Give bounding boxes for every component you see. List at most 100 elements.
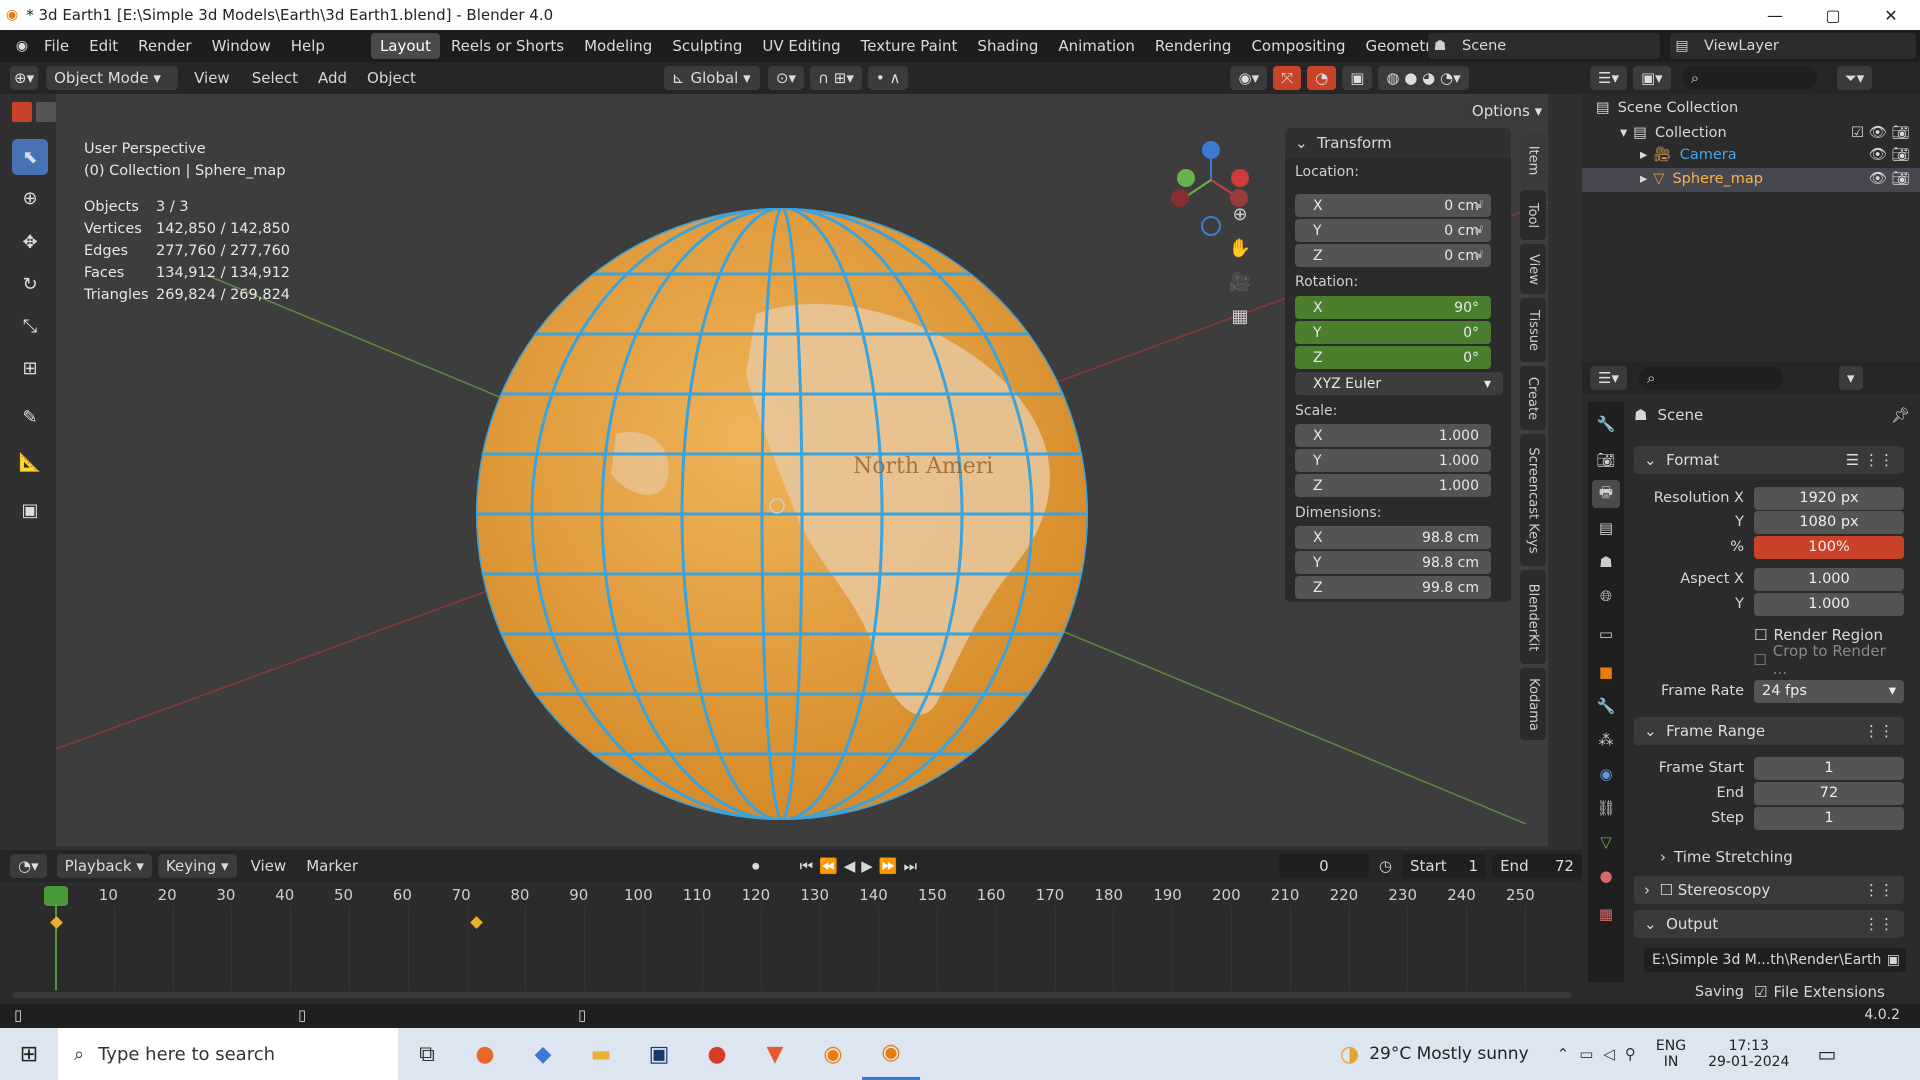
scale-x-field[interactable]: X 1.000 — [1295, 424, 1491, 447]
outliner-scene-collection[interactable]: ▤ Scene Collection — [1596, 100, 1738, 116]
blender-menu-icon[interactable]: ◉ — [10, 34, 34, 58]
scene-selector[interactable]: ☗ Scene — [1428, 33, 1660, 59]
tab-modeling[interactable]: Modeling — [575, 33, 661, 59]
output-path-field[interactable]: E:\Simple 3d M...th\Render\Earth ▣ — [1644, 948, 1906, 972]
frame-range-section-header[interactable]: ⌄ Frame Range ⋮⋮ — [1634, 717, 1904, 745]
outliner-search-input[interactable]: ⌕ — [1682, 66, 1817, 90]
tab-shading[interactable]: Shading — [968, 33, 1047, 59]
scene-properties-icon[interactable]: ☗ — [1592, 548, 1620, 576]
checkbox-icon[interactable]: ☑ 👁 📷︎ — [1851, 124, 1910, 141]
aspect-y-field[interactable]: 1.000 — [1754, 592, 1904, 616]
current-frame-field[interactable]: 0 — [1279, 854, 1369, 878]
pin-icon[interactable]: 📌︎ — [1891, 406, 1910, 424]
dimensions-y-field[interactable]: Y 98.8 cm — [1295, 551, 1491, 574]
blender-active-icon[interactable]: ◉ — [862, 1028, 920, 1080]
physics-properties-icon[interactable]: ◉ — [1592, 760, 1620, 788]
shading-modes[interactable]: ◍ ● ◕ ◔▾ — [1378, 66, 1469, 90]
render-properties-icon[interactable]: 📷︎ — [1592, 446, 1620, 474]
tab-animation[interactable]: Animation — [1049, 33, 1143, 59]
orientation-dropdown[interactable]: ⊾ Global ▾ — [663, 66, 760, 90]
properties-search-input[interactable]: ⌕ — [1638, 366, 1783, 390]
outliner-item-sphere-map[interactable]: ▸ ▽ Sphere_map 👁 📷︎ — [1640, 170, 1910, 188]
firefox-icon[interactable]: ● — [456, 1028, 514, 1080]
material-properties-icon[interactable]: ● — [1592, 862, 1620, 890]
zoom-icon[interactable]: ⊕ — [1228, 202, 1252, 226]
sidebar-tab-screencast-keys[interactable]: Screencast Keys — [1520, 434, 1546, 566]
menu-add[interactable]: Add — [308, 69, 357, 87]
location-y-field[interactable]: Y 0 cm — [1295, 219, 1491, 242]
scale-tool-icon[interactable]: ⤡ — [12, 308, 48, 344]
viewlayer-selector[interactable]: ▤ ViewLayer — [1670, 33, 1916, 59]
drag-handle-icon[interactable]: ⋮⋮ — [1864, 722, 1894, 740]
crop-row[interactable]: ☐ Crop to Render ... — [1634, 642, 1904, 678]
output-properties-icon[interactable]: 🖶 — [1592, 480, 1620, 508]
sidebar-tab-blenderkit[interactable]: BlenderKit — [1520, 570, 1546, 664]
windows-start-icon[interactable]: ⊞ — [0, 1028, 58, 1080]
sidebar-tab-create[interactable]: Create — [1520, 366, 1546, 430]
proportional-edit[interactable]: • ∧ — [867, 66, 909, 90]
cursor-tool-icon[interactable]: ⊕ — [12, 180, 48, 216]
checkbox-checked-icon[interactable]: ☑ — [1754, 983, 1767, 1001]
close-button[interactable]: ✕ — [1862, 0, 1920, 30]
photoshop-icon[interactable]: ▣ — [630, 1028, 688, 1080]
modifier-properties-icon[interactable]: 🔧 — [1592, 692, 1620, 720]
options-chevron[interactable]: ▾ — [1838, 366, 1863, 390]
brave-browser-icon[interactable]: ▼ — [746, 1028, 804, 1080]
sidebar-tab-tool[interactable]: Tool — [1520, 190, 1546, 240]
menu-file[interactable]: File — [34, 37, 79, 55]
folder-icon[interactable]: ▣ — [1887, 952, 1900, 968]
rotation-y-field[interactable]: Y 0° — [1295, 321, 1491, 344]
tab-texture-paint[interactable]: Texture Paint — [852, 33, 967, 59]
minimize-button[interactable]: — — [1746, 0, 1804, 30]
checkbox-icon[interactable]: ☐ — [1753, 651, 1766, 669]
dimensions-z-field[interactable]: Z 99.8 cm — [1295, 576, 1491, 599]
menu-object[interactable]: Object — [357, 69, 426, 87]
resolution-x-field[interactable]: 1920 px — [1754, 486, 1904, 510]
viewport-options-button[interactable]: Options ▾ — [1466, 99, 1548, 123]
tab-reels[interactable]: Reels or Shorts — [442, 33, 573, 59]
sidebar-tab-view[interactable]: View — [1520, 244, 1546, 294]
tab-sculpting[interactable]: Sculpting — [663, 33, 751, 59]
transform-header[interactable]: ⌄ Transform — [1285, 128, 1511, 158]
add-cube-tool-icon[interactable]: ▣ — [12, 492, 48, 528]
annotate-tool-icon[interactable]: ✎ — [12, 399, 48, 435]
location-x-field[interactable]: X 0 cm — [1295, 194, 1491, 217]
xray-toggle[interactable]: ▣ — [1342, 66, 1373, 90]
clock[interactable]: 17:13 29-01-2024 — [1708, 1038, 1789, 1070]
checkbox-icon[interactable]: ☐ — [1660, 881, 1673, 899]
lock-icon[interactable]: 🔓︎ — [1475, 197, 1493, 215]
menu-render[interactable]: Render — [128, 37, 201, 55]
filter-view-dropdown[interactable]: ▣▾ — [1632, 66, 1671, 90]
wps-office-icon[interactable]: ● — [688, 1028, 746, 1080]
output-section-header[interactable]: ⌄ Output ⋮⋮ — [1634, 910, 1904, 938]
notification-icon[interactable]: ▭ — [1817, 1042, 1836, 1066]
language-indicator[interactable]: ENG IN — [1656, 1038, 1686, 1070]
mode-dropdown[interactable]: Object Mode ▾ — [46, 66, 179, 90]
tab-compositing[interactable]: Compositing — [1242, 33, 1354, 59]
drag-handle-icon[interactable]: ⋮⋮ — [1864, 881, 1894, 899]
weather-text[interactable]: 29°C Mostly sunny — [1369, 1044, 1528, 1064]
constraints-properties-icon[interactable]: ⛓︎ — [1592, 794, 1620, 822]
record-icon[interactable]: ⏺ — [752, 857, 760, 875]
list-icon[interactable]: ☰ ⋮⋮ — [1846, 451, 1894, 469]
timeline-scrollbar[interactable] — [12, 992, 1572, 998]
stereoscopy-section-header[interactable]: › ☐ Stereoscopy ⋮⋮ — [1634, 876, 1904, 904]
checkbox-icon[interactable]: ☐ — [1754, 626, 1767, 644]
frame-start-field[interactable]: 1 — [1754, 756, 1904, 780]
data-properties-icon[interactable]: ▽ — [1592, 828, 1620, 856]
grid-ortho-icon[interactable]: ▦ — [1228, 304, 1252, 328]
rotation-z-field[interactable]: Z 0° — [1295, 346, 1491, 369]
editor-type-button[interactable]: ⊕▾ — [10, 66, 39, 90]
texture-properties-icon[interactable]: ▦ — [1592, 900, 1620, 928]
maximize-button[interactable]: ▢ — [1804, 0, 1862, 30]
outliner-collection[interactable]: ▾ ▤ Collection ☑ 👁 📷︎ — [1620, 124, 1910, 142]
app-blue-icon[interactable]: ◆ — [514, 1028, 572, 1080]
properties-editor-type[interactable]: ☰▾ — [1590, 366, 1627, 390]
aspect-x-field[interactable]: 1.000 — [1754, 567, 1904, 591]
visibility-icons[interactable]: 👁 📷︎ — [1869, 170, 1910, 187]
view-layer-properties-icon[interactable]: ▤ — [1592, 514, 1620, 542]
playhead-marker[interactable] — [44, 886, 68, 906]
collection-properties-icon[interactable]: ▭ — [1592, 620, 1620, 648]
transform-tool-icon[interactable]: ⊞ — [12, 350, 48, 386]
display-mode-dropdown[interactable]: ☰▾ — [1590, 66, 1627, 90]
